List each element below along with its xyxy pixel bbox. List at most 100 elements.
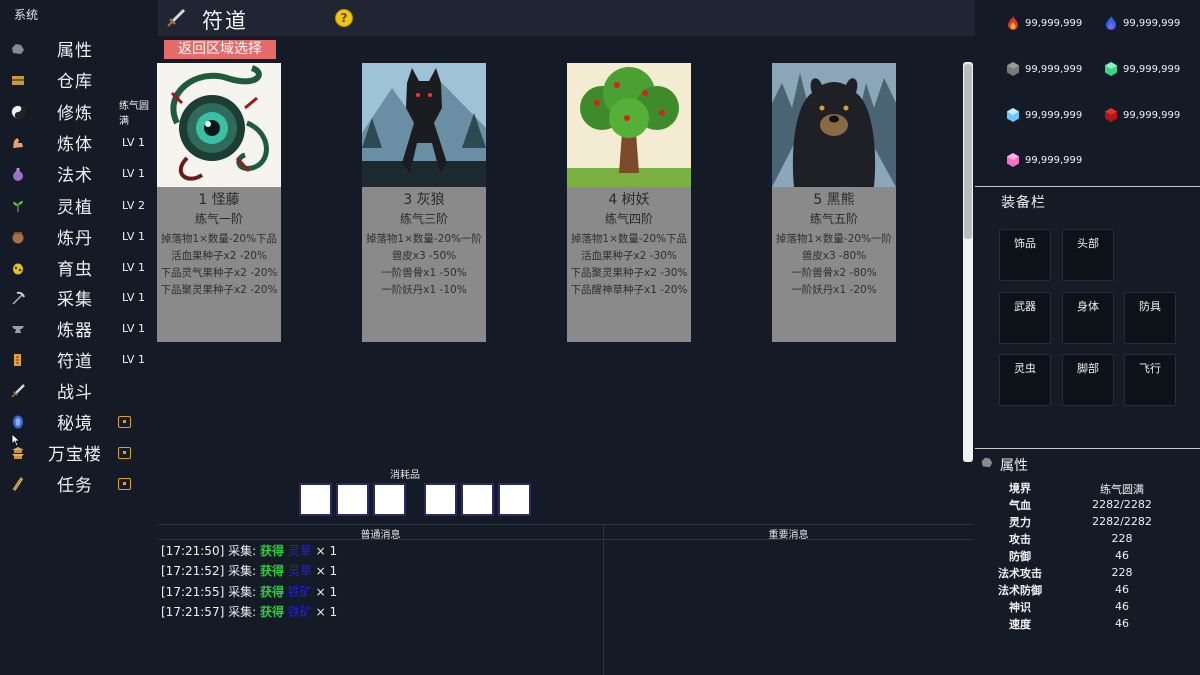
drop-line: 一阶兽骨x2 -80%	[791, 267, 877, 279]
drop-line: 下品醒神草种子x1 -20%	[570, 284, 688, 296]
equip-slot-label: 飞行	[1139, 362, 1161, 375]
sidebar-item-level: LV 1	[122, 230, 145, 243]
resource-fire: 99,999,999	[1005, 15, 1082, 31]
drop-line: 兽皮x3 -50%	[391, 250, 457, 262]
log-entry: [17:21:57] 采集: 获得 铁矿 × 1	[161, 603, 337, 620]
sidebar-item-forging[interactable]: 炼器 LV 1	[0, 313, 156, 344]
sidebar-item-level: LV 1	[122, 261, 145, 274]
drop-line: 一阶妖丹x1 -10%	[381, 284, 467, 296]
consumable-slot[interactable]	[336, 483, 369, 516]
system-menu-label[interactable]: 系统	[14, 6, 38, 23]
drop-list: 掉落物1×数量-20%一阶 兽皮x3 -50% 一阶兽骨x1 -50% 一阶妖丹…	[362, 231, 486, 299]
back-to-region-select-button[interactable]: 返回区域选择	[164, 40, 276, 59]
scrollbar-thumb[interactable]	[964, 64, 972, 239]
monster-card[interactable]: 1 怪藤 练气一阶 掉落物1×数量-20%下品 活血果种子x2 -20% 下品灵…	[157, 63, 281, 342]
drop-line: 活血果种子x2 -20%	[171, 250, 267, 262]
equip-slot-label: 武器	[1014, 300, 1036, 313]
equip-slot-body[interactable]: 身体	[1062, 292, 1114, 344]
monster-tier: 练气五阶	[809, 212, 858, 226]
jade-gem-icon	[1105, 62, 1117, 76]
stat-name: 防御	[1009, 550, 1031, 563]
equip-slot-feet[interactable]: 脚部	[1062, 354, 1114, 406]
equip-slot-flight[interactable]: 飞行	[1124, 354, 1176, 406]
sidebar-item-alchemy[interactable]: 炼丹 LV 1	[0, 221, 156, 252]
sidebar-item-level: LV 1	[122, 136, 145, 149]
equip-slot-armor[interactable]: 防具	[1124, 292, 1176, 344]
sidebar-item-battle[interactable]: 战斗	[0, 375, 156, 406]
drop-list: 掉落物1×数量-20%下品 活血果种子x2 -30% 下品聚灵果种子x2 -30…	[567, 231, 691, 299]
help-icon[interactable]: ?	[335, 9, 353, 27]
monster-card[interactable]: 5 黑熊 练气五阶 掉落物1×数量-20%一阶 兽皮x3 -80% 一阶兽骨x2…	[772, 63, 896, 342]
resource-value: 99,999,999	[1123, 17, 1181, 29]
black-bear-image	[772, 63, 896, 187]
resource-pink: 99,999,999	[1005, 152, 1082, 168]
right-panel: 99,999,999 99,999,999 99,999,999 99,999,…	[975, 0, 1200, 675]
sidebar-item-level: LV 1	[122, 353, 145, 366]
stone-gem-icon	[1007, 62, 1019, 76]
mouse-cursor-icon	[11, 433, 21, 447]
stat-name: 速度	[1009, 618, 1031, 631]
vine-monster-image	[157, 63, 281, 187]
fire-gem-icon	[1008, 16, 1018, 30]
log-time: [17:21:55]	[161, 585, 225, 599]
stat-name: 法术攻击	[998, 567, 1042, 580]
pink-gem-icon	[1007, 153, 1019, 167]
monster-name: 1 怪藤	[198, 192, 240, 208]
muscle-arm-icon	[10, 135, 26, 151]
monster-card[interactable]: 3 灰狼 练气三阶 掉落物1×数量-20%一阶 兽皮x3 -50% 一阶兽骨x1…	[362, 63, 486, 342]
consumable-slot[interactable]	[373, 483, 406, 516]
equip-slot-label: 灵虫	[1014, 362, 1036, 375]
sidebar-item-label: 属性	[57, 41, 93, 61]
monster-card[interactable]: 4 树妖 练气四阶 掉落物1×数量-20%下品 活血果种子x2 -30% 下品聚…	[567, 63, 691, 342]
resource-stone: 99,999,999	[1005, 61, 1082, 77]
equipment-title: 装备栏	[1001, 195, 1046, 211]
equip-slot-weapon[interactable]: 武器	[999, 292, 1051, 344]
sidebar-item-cultivate[interactable]: 修炼 练气圆满	[0, 96, 156, 127]
monster-tier: 练气四阶	[604, 212, 653, 226]
monster-name: 5 黑熊	[813, 192, 855, 208]
stat-value: 练气圆满	[1100, 483, 1144, 496]
equip-slot-head[interactable]: 头部	[1062, 229, 1114, 281]
sidebar-item-treasure-pavilion[interactable]: 万宝楼	[0, 437, 156, 468]
resource-value: 99,999,999	[1123, 109, 1181, 121]
sidebar-item-spirit-plants[interactable]: 灵植 LV 2	[0, 190, 156, 221]
pickaxe-icon	[10, 290, 26, 306]
log-item: 铁矿	[287, 605, 312, 619]
sidebar: 系统 属性 仓库 修炼 练气圆满 炼体 LV 1 法术 LV 1 灵植 LV 2…	[0, 0, 156, 675]
log-item: 灵草	[287, 564, 312, 578]
log-item: 铁矿	[287, 585, 312, 599]
lock-icon	[118, 416, 131, 428]
consumable-slot[interactable]	[461, 483, 494, 516]
equip-slot-spirit-insect[interactable]: 灵虫	[999, 354, 1051, 406]
log-action: 采集:	[228, 544, 257, 558]
equip-slot-label: 防具	[1139, 300, 1161, 313]
sidebar-item-quests[interactable]: 任务	[0, 468, 156, 499]
stat-name: 攻击	[1009, 533, 1031, 546]
sidebar-item-secret-realm[interactable]: 秘境	[0, 406, 156, 437]
card-scrollbar[interactable]	[963, 62, 973, 462]
sidebar-item-talisman[interactable]: 符道 LV 1	[0, 344, 156, 375]
sidebar-item-warehouse[interactable]: 仓库	[0, 64, 156, 95]
sidebar-item-label: 任务	[57, 476, 93, 496]
sidebar-item-attributes[interactable]: 属性	[0, 33, 156, 64]
page-header: 符道 ?	[158, 0, 975, 36]
log-entry: [17:21:52] 采集: 获得 灵草 × 1	[161, 562, 337, 579]
resource-blood: 99,999,999	[1103, 107, 1180, 123]
drop-line: 活血果种子x2 -30%	[581, 250, 677, 262]
consumable-slot[interactable]	[299, 483, 332, 516]
drop-line: 一阶兽骨x1 -50%	[381, 267, 467, 279]
sidebar-item-gathering[interactable]: 采集 LV 1	[0, 282, 156, 313]
message-panel: 普通消息 重要消息 [17:21:50] 采集: 获得 灵草 × 1 [17:2…	[158, 524, 973, 675]
resource-value: 99,999,999	[1123, 63, 1181, 75]
stone-icon	[10, 41, 26, 57]
consumable-slot[interactable]	[498, 483, 531, 516]
sidebar-item-insects[interactable]: 育虫 LV 1	[0, 252, 156, 283]
equip-slot-accessory[interactable]: 饰品	[999, 229, 1051, 281]
sidebar-item-spells[interactable]: 法术 LV 1	[0, 158, 156, 189]
drop-line: 一阶妖丹x1 -20%	[791, 284, 877, 296]
sidebar-item-body-refining[interactable]: 炼体 LV 1	[0, 127, 156, 158]
stat-name: 气血	[1009, 499, 1031, 512]
consumable-slot[interactable]	[424, 483, 457, 516]
anvil-icon	[10, 321, 26, 337]
drop-line: 掉落物1×数量-20%一阶	[775, 233, 893, 245]
